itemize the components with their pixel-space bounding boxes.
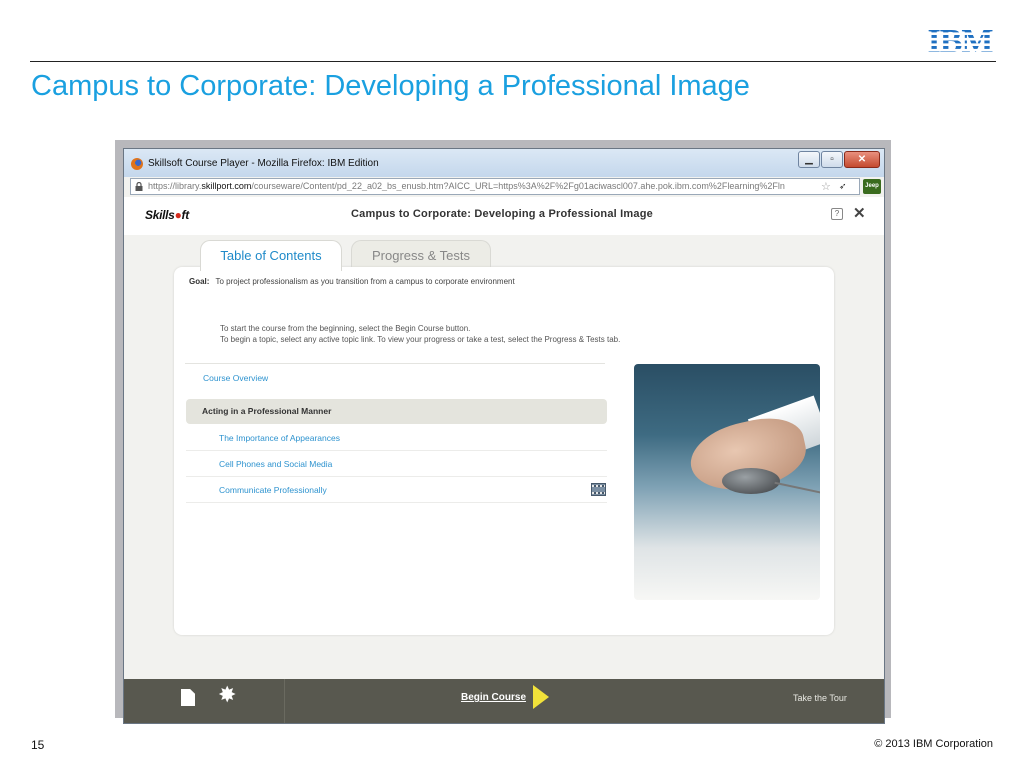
section-heading[interactable]: Acting in a Professional Manner (186, 399, 607, 424)
divider (185, 363, 605, 364)
course-overview-link[interactable]: Course Overview (203, 373, 268, 383)
bookmark-star-icon[interactable]: ☆ (821, 180, 831, 193)
url-domain: skillport.com (201, 181, 252, 191)
goal-label: Goal: (189, 277, 210, 286)
logo-suffix: ft (181, 208, 190, 222)
topic-link[interactable]: Communicate Professionally (219, 485, 327, 495)
play-icon[interactable] (533, 685, 549, 709)
document-icon[interactable] (181, 689, 195, 706)
maximize-button[interactable]: ▫ (821, 151, 843, 168)
toc-panel: Goal: To project professionalism as you t… (174, 267, 834, 635)
ibm-logo-letters: IBM (926, 24, 994, 54)
image-cable (774, 481, 820, 497)
tab-progress-tests[interactable]: Progress & Tests (351, 240, 491, 270)
logo-prefix: Skills (145, 208, 175, 222)
list-item: Communicate Professionally (186, 477, 607, 503)
url-prefix: https://library. (148, 181, 202, 191)
film-icon[interactable] (591, 483, 606, 496)
player-header: Skills●ft Campus to Corporate: Developin… (124, 197, 884, 235)
tab-table-of-contents[interactable]: Table of Contents (200, 240, 342, 271)
topic-link[interactable]: Cell Phones and Social Media (219, 459, 332, 469)
list-item: The Importance of Appearances (186, 425, 607, 451)
lock-icon (135, 182, 143, 191)
gear-icon[interactable]: ✸ (218, 684, 236, 706)
close-window-button[interactable]: ✕ (844, 151, 880, 168)
copyright: © 2013 IBM Corporation (874, 738, 993, 750)
window-title: Skillsoft Course Player - Mozilla Firefo… (148, 158, 379, 169)
begin-course-button[interactable]: Begin Course (461, 692, 526, 703)
course-image (634, 364, 820, 600)
url-text: https://library.skillport.com/courseware… (148, 181, 828, 191)
footer-divider (284, 679, 285, 723)
instruction-line: To start the course from the beginning, … (220, 324, 471, 333)
skillsoft-logo: Skills●ft (145, 208, 189, 222)
minimize-button[interactable]: ▁ (798, 151, 820, 168)
address-bar[interactable]: https://library.skillport.com/courseware… (130, 178, 860, 195)
course-title: Campus to Corporate: Developing a Profes… (351, 208, 653, 220)
firefox-icon (131, 158, 143, 170)
header-rule (30, 61, 996, 62)
svg-text:IBM: IBM (928, 24, 994, 54)
goal-text: To project professionalism as you transi… (215, 277, 515, 286)
instructions: To start the course from the beginning, … (220, 323, 620, 345)
image-mouse (722, 468, 780, 494)
list-item: Cell Phones and Social Media (186, 451, 607, 477)
topic-link[interactable]: The Importance of Appearances (219, 433, 340, 443)
goal-row: Goal: To project professionalism as you t… (189, 277, 515, 286)
page-number: 15 (31, 738, 45, 752)
browser-window: Skillsoft Course Player - Mozilla Firefo… (123, 148, 885, 724)
player-footer: ✸ Begin Course Take the Tour (124, 679, 884, 723)
browser-titlebar: Skillsoft Course Player - Mozilla Firefo… (124, 149, 884, 177)
help-icon[interactable]: ? (831, 208, 843, 220)
close-player-icon[interactable]: ✕ (853, 204, 866, 222)
addon-badge[interactable]: Jeep (863, 179, 881, 194)
url-path: /courseware/Content/pd_22_a02_bs_enusb.h… (251, 181, 785, 191)
instruction-line: To begin a topic, select any active topi… (220, 335, 621, 344)
logo-dot: ● (174, 208, 182, 222)
slide-title: Campus to Corporate: Developing a Profes… (31, 70, 750, 102)
go-arrow-icon[interactable]: ➶ (839, 181, 847, 192)
take-tour-link[interactable]: Take the Tour (793, 693, 847, 703)
